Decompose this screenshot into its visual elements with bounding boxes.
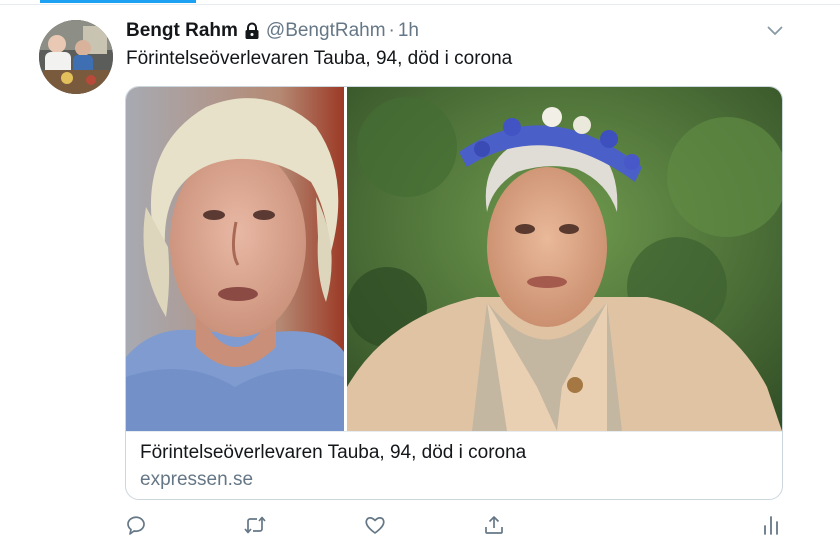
tweet-header: Bengt Rahm @BengtRahm · 1h [126,17,419,45]
display-name[interactable]: Bengt Rahm [126,20,238,42]
timestamp[interactable]: 1h [398,20,419,42]
separator-dot: · [388,20,395,41]
analytics-icon[interactable] [758,512,784,538]
card-title[interactable]: Förintelseöverlevaren Tauba, 94, död i c… [140,442,526,464]
top-tab-bar [0,0,840,5]
card-photo-left [126,87,344,431]
share-icon[interactable] [481,512,507,538]
heart-icon[interactable] [362,512,388,538]
card-photo-right [347,87,782,431]
card-image [126,87,782,431]
tweet-actions [0,508,840,540]
card-domain: expressen.se [140,469,254,490]
active-tab-indicator [40,0,196,3]
lock-icon [244,22,260,40]
user-handle[interactable]: @BengtRahm [266,20,386,42]
retweet-icon[interactable] [242,512,268,538]
link-card[interactable]: Förintelseöverlevaren Tauba, 94, död i c… [125,86,783,500]
tweet-text: Förintelseöverlevaren Tauba, 94, död i c… [126,48,513,69]
reply-icon[interactable] [123,512,149,538]
chevron-down-icon[interactable] [764,20,786,42]
card-text: Förintelseöverlevaren Tauba, 94, död i c… [126,431,782,499]
avatar[interactable] [39,20,113,94]
